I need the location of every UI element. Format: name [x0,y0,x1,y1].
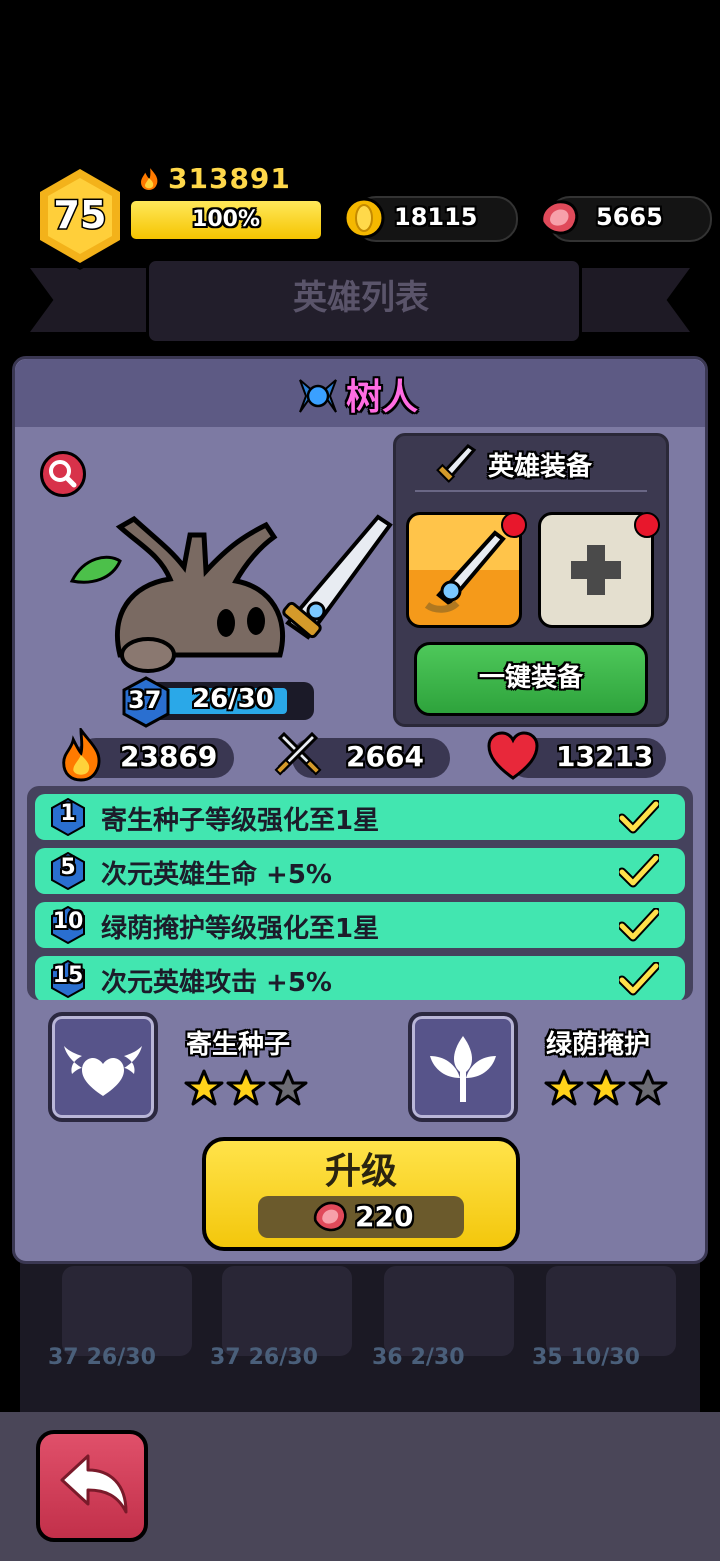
hero-portrait [69,514,393,673]
power-flame-icon [62,728,101,782]
crossed-swords-icon [274,731,322,776]
bonus-level: 1 [60,801,76,826]
list-banner-ribbon-left [30,268,160,332]
bonus-level: 5 [60,855,76,880]
skill-2-name: 绿荫掩护 [546,1030,651,1060]
player-power: 313891 [136,160,336,196]
bonus-row: 10 绿荫掩护等级强化至1星 [35,902,685,948]
bonus-text: 次元英雄攻击 +5% [101,968,332,998]
sprout-icon [430,1036,496,1102]
hero-health-value: 13213 [556,740,654,773]
star-filled-icon [544,1069,584,1106]
winged-heart-icon [64,1046,142,1096]
star-empty-icon [628,1069,668,1106]
equipment-sword-icon [436,444,477,483]
bonus-level: 10 [52,909,84,934]
hero-attack-value: 2664 [346,740,424,773]
hero-name: 树人 [345,377,418,418]
hero-list-title: 英雄列表 [293,278,429,318]
skill-1-button[interactable] [48,1012,158,1122]
bonus-row: 1 寄生种子等级强化至1星 [35,794,685,840]
hero-leaf [69,555,122,584]
hero-eye-right [247,607,265,635]
magnifier-icon [49,460,77,488]
player-power-value: 313891 [168,161,291,195]
bonus-row: 5 次元英雄生命 +5% [35,848,685,894]
bonus-row: 15 次元英雄攻击 +5% [35,956,685,1000]
equipment-divider [415,490,647,492]
bonus-text: 寄生种子等级强化至1星 [101,806,380,836]
gold-coin-icon [343,197,385,239]
equipment-title: 英雄装备 [488,452,593,482]
bonus-text: 绿荫掩护等级强化至1星 [101,914,380,944]
heart-icon [487,731,539,780]
star-empty-icon [268,1069,308,1106]
hero-sword-gem [306,601,326,621]
star-filled-icon [586,1069,626,1106]
bonus-level: 15 [52,963,84,988]
bg-card-level-bar: 35 10/30 [532,1344,640,1370]
plus-icon [571,545,621,595]
meat-value: 5665 [596,203,663,231]
player-level-badge[interactable]: 75 [30,160,130,272]
hero-level-bar: 37 26/30 [120,676,314,728]
checkmark-icon [619,908,659,942]
xp-percent: 100% [192,207,260,232]
bg-card-level-bar: 37 26/30 [210,1344,318,1370]
bg-card-level-bar: 37 26/30 [48,1344,156,1370]
bg-card-level-bar: 36 2/30 [372,1344,465,1370]
player-level: 75 [54,193,107,237]
flame-icon [138,164,160,192]
bonus-text: 次元英雄生命 +5% [101,860,332,890]
hero-eye-left [217,609,235,637]
meat-icon [540,200,579,235]
skill-1-stars [184,1068,308,1108]
checkmark-icon [619,962,659,996]
upgrade-label: 升级 [324,1151,397,1192]
upgrade-cost-value: 220 [355,1200,414,1233]
star-filled-icon [184,1069,224,1106]
one-click-equip-button[interactable]: 一键装备 [414,642,648,716]
star-bonus-list[interactable]: 1 寄生种子等级强化至1星 5 次元英雄生命 +5% 10 绿荫掩护等级强化至1… [27,786,693,1000]
checkmark-icon [619,800,659,834]
xp-bar: 100% [128,198,324,242]
skill-1-name: 寄生种子 [186,1030,291,1060]
hero-power-value: 23869 [120,740,218,773]
hero-shards: 26/30 [192,684,274,714]
hero-foot [120,637,176,673]
star-filled-icon [226,1069,266,1106]
zoom-button[interactable] [40,451,86,497]
meat-cost-icon [313,1201,347,1232]
gold-value: 18115 [394,203,478,231]
empty-slot-alert-dot [634,512,660,538]
back-arrow-icon [60,1454,128,1514]
skill-2-stars [544,1068,668,1108]
back-button[interactable] [36,1430,148,1542]
skill-2-button[interactable] [408,1012,518,1122]
checkmark-icon [619,854,659,888]
weapon-slot-alert-dot [501,512,527,538]
hero-level: 37 [128,686,162,714]
